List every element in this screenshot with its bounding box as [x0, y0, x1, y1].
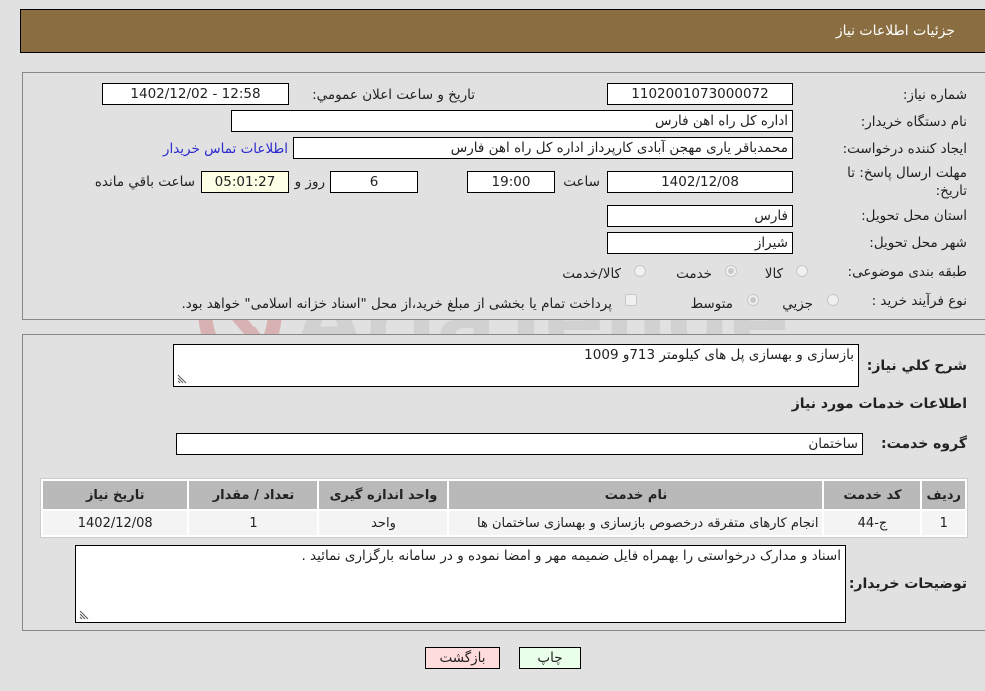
services-heading: اطلاعات خدمات مورد نیاز [791, 396, 967, 412]
remaining-days-field: 6 [330, 171, 418, 193]
resize-grip-icon[interactable] [79, 610, 89, 620]
services-table: ردیف کد خدمت نام خدمت واحد اندازه گیری ت… [40, 478, 968, 538]
deadline-time-field: 19:00 [467, 171, 555, 193]
page-title: جزئیات اطلاعات نیاز [835, 23, 955, 39]
city-field: شیراز [607, 232, 793, 254]
col-service-name: نام خدمت [449, 481, 823, 509]
cell-service-name: انجام کارهای متفرقه درخصوص بازسازی و بهس… [449, 511, 823, 535]
treasury-note: پرداخت تمام یا بخشی از مبلغ خرید،از محل … [181, 296, 612, 312]
col-quantity: تعداد / مقدار [189, 481, 318, 509]
need-number-field: 1102001073000072 [607, 83, 793, 105]
service-group-field: ساختمان [176, 433, 863, 455]
category-label: طبقه بندی موضوعی: [847, 264, 967, 280]
remaining-time-field: 05:01:27 [201, 171, 289, 193]
need-number-label: شماره نیاز: [902, 87, 967, 103]
print-button[interactable]: چاپ [519, 647, 581, 669]
description-label: شرح کلي نیاز: [866, 358, 967, 374]
col-need-date: تاریخ نیاز [43, 481, 188, 509]
purchase-type-radio-minor[interactable] [827, 294, 839, 306]
announce-datetime-field: 1402/12/02 - 12:58 [102, 83, 289, 105]
col-service-code: کد خدمت [824, 481, 921, 509]
cell-quantity: 1 [189, 511, 318, 535]
category-radio-goods-service[interactable] [634, 265, 646, 277]
description-textarea[interactable]: بازسازی و بهسازی پل های کیلومتر 713و 100… [173, 344, 859, 387]
days-label: روز و [294, 174, 325, 190]
requester-label: ایجاد کننده درخواست: [842, 141, 967, 157]
deadline-time-label: ساعت [563, 174, 600, 190]
buyer-org-field: اداره کل راه اهن فارس [231, 110, 793, 132]
buyer-org-label: نام دستگاه خریدار: [860, 114, 967, 130]
description-text: بازسازی و بهسازی پل های کیلومتر 713و 100… [584, 347, 854, 363]
remaining-time-label: ساعت باقي مانده [94, 174, 195, 190]
service-group-label: گروه خدمت: [881, 436, 967, 452]
table-header-row: ردیف کد خدمت نام خدمت واحد اندازه گیری ت… [43, 481, 965, 509]
category-radio-goods[interactable] [796, 265, 808, 277]
table-row: 1 ج-44 انجام کارهای متفرقه درخصوص بازساز… [43, 511, 965, 535]
cell-row-number: 1 [922, 511, 965, 535]
purchase-type-option-minor: جزيي [782, 296, 813, 312]
buyer-notes-text: اسناد و مدارک درخواستی را بهمراه فایل ضم… [301, 548, 841, 564]
deadline-date-field: 1402/12/08 [607, 171, 793, 193]
category-radio-service[interactable] [725, 265, 737, 277]
province-field: فارس [607, 205, 793, 227]
buyer-contact-link[interactable]: اطلاعات تماس خریدار [163, 141, 288, 157]
resize-grip-icon[interactable] [177, 374, 187, 384]
category-option-goods: کالا [764, 266, 783, 282]
col-row-number: ردیف [922, 481, 965, 509]
page-header: جزئیات اطلاعات نیاز [20, 9, 985, 53]
category-option-service: خدمت [676, 266, 712, 282]
cell-need-date: 1402/12/08 [43, 511, 188, 535]
city-label: شهر محل تحویل: [869, 235, 967, 251]
back-button[interactable]: بازگشت [425, 647, 500, 669]
cell-service-code: ج-44 [824, 511, 921, 535]
announce-datetime-label: تاریخ و ساعت اعلان عمومي: [312, 87, 475, 103]
deadline-label-line1: مهلت ارسال پاسخ: تا [847, 165, 967, 181]
category-option-goods-service: کالا/خدمت [562, 266, 621, 282]
col-unit: واحد اندازه گیری [319, 481, 448, 509]
cell-unit: واحد [319, 511, 448, 535]
purchase-type-label: نوع فرآیند خرید : [871, 293, 967, 309]
province-label: استان محل تحویل: [861, 208, 967, 224]
buyer-notes-textarea[interactable]: اسناد و مدارک درخواستی را بهمراه فایل ضم… [75, 545, 846, 623]
buyer-notes-label: توضیحات خریدار: [848, 576, 967, 592]
requester-field: محمدباقر یاری مهجن آبادی کارپرداز اداره … [293, 137, 793, 159]
purchase-type-option-medium: متوسط [690, 296, 733, 312]
deadline-label-line2: تاریخ: [935, 183, 967, 199]
treasury-checkbox[interactable] [625, 294, 637, 306]
purchase-type-radio-medium[interactable] [747, 294, 759, 306]
